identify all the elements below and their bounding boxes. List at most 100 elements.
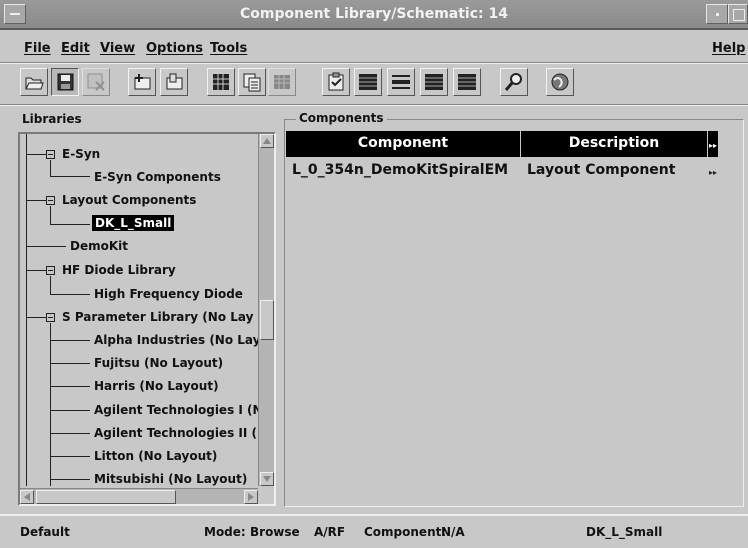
column-header-description[interactable]: Description xyxy=(521,135,707,151)
resize-arrows-icon: ▸▸ xyxy=(709,168,718,177)
menu-help[interactable]: Help xyxy=(712,41,745,56)
list-icon xyxy=(359,74,377,90)
list-icon xyxy=(458,74,476,90)
status-component-label: Component: xyxy=(364,525,447,539)
column-header-component[interactable]: Component xyxy=(286,135,520,151)
tree-connector xyxy=(50,176,90,177)
column-resize-handle[interactable]: ▸▸ xyxy=(707,166,718,182)
tree-item-layout-components[interactable]: Layout Components xyxy=(62,193,196,207)
resize-arrows-icon: ▸▸ xyxy=(709,141,718,150)
tree-connector xyxy=(50,456,90,457)
open-folder-icon xyxy=(25,77,44,90)
cell-component: L_0_354n_DemoKitSpiralEM xyxy=(292,162,509,178)
web-button[interactable] xyxy=(546,68,574,96)
tree-content: E-Syn E-Syn Components Layout Components… xyxy=(20,134,258,486)
maximize-button[interactable] xyxy=(728,4,748,24)
tree-connector xyxy=(50,160,51,176)
edit-clipboard-icon xyxy=(328,72,344,91)
tree-connector xyxy=(26,200,46,201)
tree-connector xyxy=(26,134,27,486)
list-view-button[interactable] xyxy=(354,68,382,96)
libraries-tree[interactable]: E-Syn E-Syn Components Layout Components… xyxy=(18,132,276,506)
minus-icon xyxy=(392,75,410,89)
search-icon xyxy=(504,73,522,91)
status-selection: DK_L_Small xyxy=(586,525,663,539)
component-grid-icon xyxy=(213,74,229,90)
tree-item-litton[interactable]: Litton (No Layout) xyxy=(94,449,217,463)
tree-connector xyxy=(50,410,90,411)
menu-tools[interactable]: Tools xyxy=(210,41,247,56)
minimize-button[interactable] xyxy=(706,4,728,24)
expand-view-button[interactable] xyxy=(453,68,481,96)
tree-item-agilent-technologies-ii[interactable]: Agilent Technologies II (N xyxy=(94,426,258,440)
details-view-button[interactable] xyxy=(420,68,448,96)
status-component-value: N/A xyxy=(441,525,465,539)
menu-view[interactable]: View xyxy=(100,41,135,56)
tree-connector xyxy=(26,246,66,247)
collapse-button[interactable] xyxy=(387,68,415,96)
scroll-left-icon[interactable] xyxy=(20,490,34,504)
table-row[interactable]: L_0_354n_DemoKitSpiralEM Layout Componen… xyxy=(286,158,718,180)
library-icon xyxy=(166,73,183,90)
cell-description: Layout Component xyxy=(527,162,676,178)
components-table-header: Component Description xyxy=(286,131,718,157)
collapse-icon[interactable] xyxy=(46,150,55,159)
components-label: Components xyxy=(296,111,387,125)
column-resize-handle[interactable]: ▸▸ xyxy=(707,138,718,156)
edit-clipboard-button[interactable] xyxy=(322,68,350,96)
tree-item-dk-l-small[interactable]: DK_L_Small xyxy=(92,215,175,231)
scroll-right-icon[interactable] xyxy=(244,490,258,504)
menu-file[interactable]: File xyxy=(24,41,51,56)
window-title: Component Library/Schematic: 14 xyxy=(240,6,508,22)
tree-connector xyxy=(50,323,51,486)
library-button[interactable] xyxy=(160,68,188,96)
table-button[interactable] xyxy=(268,68,296,96)
tree-item-demokit[interactable]: DemoKit xyxy=(70,239,128,253)
status-domain: A/RF xyxy=(314,525,346,539)
scroll-up-icon[interactable] xyxy=(260,134,274,148)
collapse-icon[interactable] xyxy=(46,266,55,275)
status-mode-value: Browse xyxy=(250,525,300,539)
add-library-icon xyxy=(134,74,151,90)
tree-connector xyxy=(50,433,90,434)
menu-options[interactable]: Options xyxy=(146,41,203,56)
save-button[interactable] xyxy=(51,68,79,96)
menu-bar: File Edit View Options Tools Help xyxy=(0,36,748,62)
tree-connector xyxy=(50,479,90,480)
close-window-icon xyxy=(87,73,105,91)
menu-separator xyxy=(0,62,748,64)
horizontal-scroll-thumb[interactable] xyxy=(36,490,176,504)
search-button[interactable] xyxy=(500,68,528,96)
globe-icon xyxy=(551,73,569,91)
tree-item-hf-diode-library[interactable]: HF Diode Library xyxy=(62,263,176,277)
tree-connector xyxy=(50,340,90,341)
copy-button[interactable] xyxy=(238,68,266,96)
collapse-icon[interactable] xyxy=(46,313,55,322)
tree-item-agilent-technologies-i[interactable]: Agilent Technologies I (N xyxy=(94,403,258,417)
scroll-down-icon[interactable] xyxy=(260,472,274,486)
tree-horizontal-scrollbar[interactable] xyxy=(20,488,258,504)
tree-connector xyxy=(50,206,51,224)
component-grid-button[interactable] xyxy=(207,68,235,96)
status-mode-label: Mode: xyxy=(204,525,246,539)
tree-item-alpha-industries[interactable]: Alpha Industries (No Layo xyxy=(94,333,258,347)
status-bar: Default Mode: Browse A/RF Component: N/A… xyxy=(0,514,748,548)
add-library-button[interactable] xyxy=(128,68,156,96)
close-window-button[interactable] xyxy=(82,68,110,96)
tree-connector xyxy=(50,276,51,294)
tree-item-fujitsu[interactable]: Fujitsu (No Layout) xyxy=(94,356,223,370)
tree-item-harris[interactable]: Harris (No Layout) xyxy=(94,379,219,393)
tree-item-high-frequency-diode[interactable]: High Frequency Diode xyxy=(94,287,243,301)
menu-edit[interactable]: Edit xyxy=(61,41,90,56)
vertical-scroll-thumb[interactable] xyxy=(260,300,274,340)
tree-connector xyxy=(50,224,90,225)
tree-item-e-syn-components[interactable]: E-Syn Components xyxy=(94,170,221,184)
table-icon xyxy=(274,75,290,89)
tree-item-s-parameter-library[interactable]: S Parameter Library (No Lay xyxy=(62,310,253,324)
open-folder-button[interactable] xyxy=(20,68,48,96)
collapse-icon[interactable] xyxy=(46,196,55,205)
tree-connector xyxy=(50,386,90,387)
tree-vertical-scrollbar[interactable] xyxy=(258,134,274,486)
tree-item-mitsubishi[interactable]: Mitsubishi (No Layout) xyxy=(94,472,247,486)
tree-item-e-syn[interactable]: E-Syn xyxy=(62,147,100,161)
